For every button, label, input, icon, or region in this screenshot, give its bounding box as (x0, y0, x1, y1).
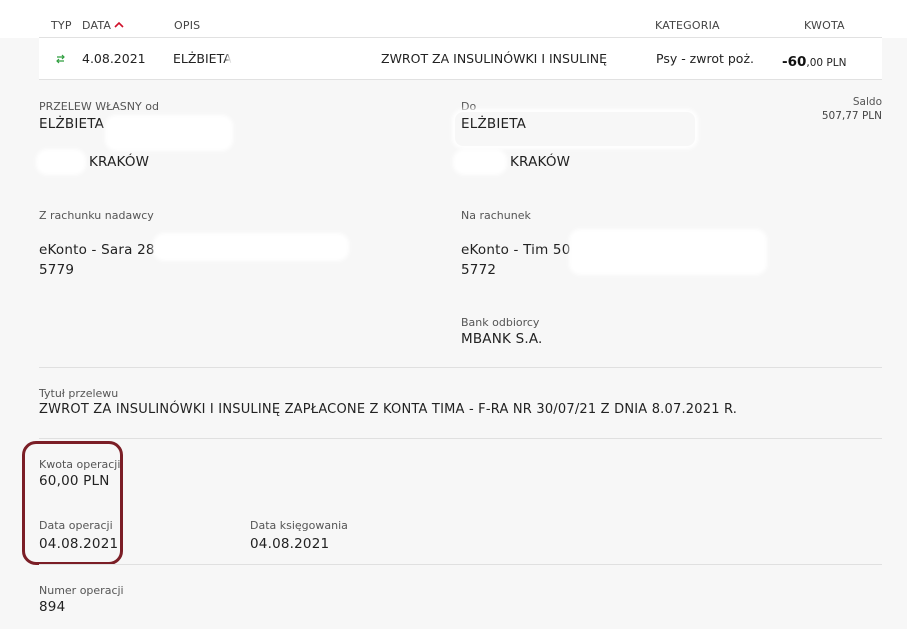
bank-value: MBANK S.A. (461, 331, 543, 347)
amount-integer: -60 (782, 54, 807, 70)
to-account-label: Na rachunek (461, 209, 531, 222)
header-kategoria[interactable]: KATEGORIA (655, 19, 720, 32)
redaction (231, 47, 371, 69)
header-typ[interactable]: TYP (51, 19, 72, 32)
amount-decimal: ,00 PLN (806, 57, 847, 69)
row-category[interactable]: Psy - zwrot poż. (656, 51, 754, 66)
sender-label: PRZELEW WŁASNY od (39, 100, 159, 113)
header-data[interactable]: DATA (82, 19, 111, 32)
booking-date-value: 04.08.2021 (250, 536, 330, 552)
header-kwota[interactable]: KWOTA (804, 19, 845, 32)
divider (39, 564, 882, 565)
recipient-city: KRAKÓW (510, 154, 571, 170)
saldo-value: 507,77 PLN (821, 110, 882, 122)
header-opis[interactable]: OPIS (174, 19, 200, 32)
transfer-title-label: Tytuł przelewu (39, 387, 119, 400)
highlight-box (22, 441, 123, 565)
to-account-number: 5772 (461, 262, 497, 278)
bank-label: Bank odbiorcy (461, 316, 540, 329)
transfer-title-value: ZWROT ZA INSULINÓWKI I INSULINĘ ZAPŁACON… (39, 402, 738, 417)
sender-name: ELŻBIETA (39, 116, 105, 132)
redaction (572, 232, 764, 272)
row-amount: -60,00 PLN (782, 51, 846, 70)
operation-number-value: 894 (39, 599, 66, 615)
transfer-arrows-icon (56, 54, 65, 64)
redaction (455, 112, 695, 146)
operation-number-label: Numer operacji (39, 584, 124, 597)
row-name: ELŻBIETA (173, 51, 232, 66)
redaction (156, 236, 346, 258)
from-account-number: 5779 (39, 262, 75, 278)
row-date: 4.08.2021 (82, 51, 146, 66)
from-account-name: eKonto - Sara 28 (39, 242, 155, 258)
row-title: ZWROT ZA INSULINÓWKI I INSULINĘ (381, 51, 608, 66)
redaction (456, 152, 504, 172)
saldo-label: Saldo (852, 96, 882, 108)
redaction (108, 118, 230, 148)
from-account-label: Z rachunku nadawcy (39, 209, 154, 222)
divider (39, 367, 882, 368)
redaction (39, 152, 83, 172)
sender-city: KRAKÓW (89, 154, 150, 170)
to-account-name: eKonto - Tim 50 (461, 242, 571, 258)
table-header (0, 0, 907, 38)
chevron-up-icon[interactable] (114, 21, 124, 28)
divider (39, 438, 882, 439)
booking-date-label: Data księgowania (250, 519, 348, 532)
